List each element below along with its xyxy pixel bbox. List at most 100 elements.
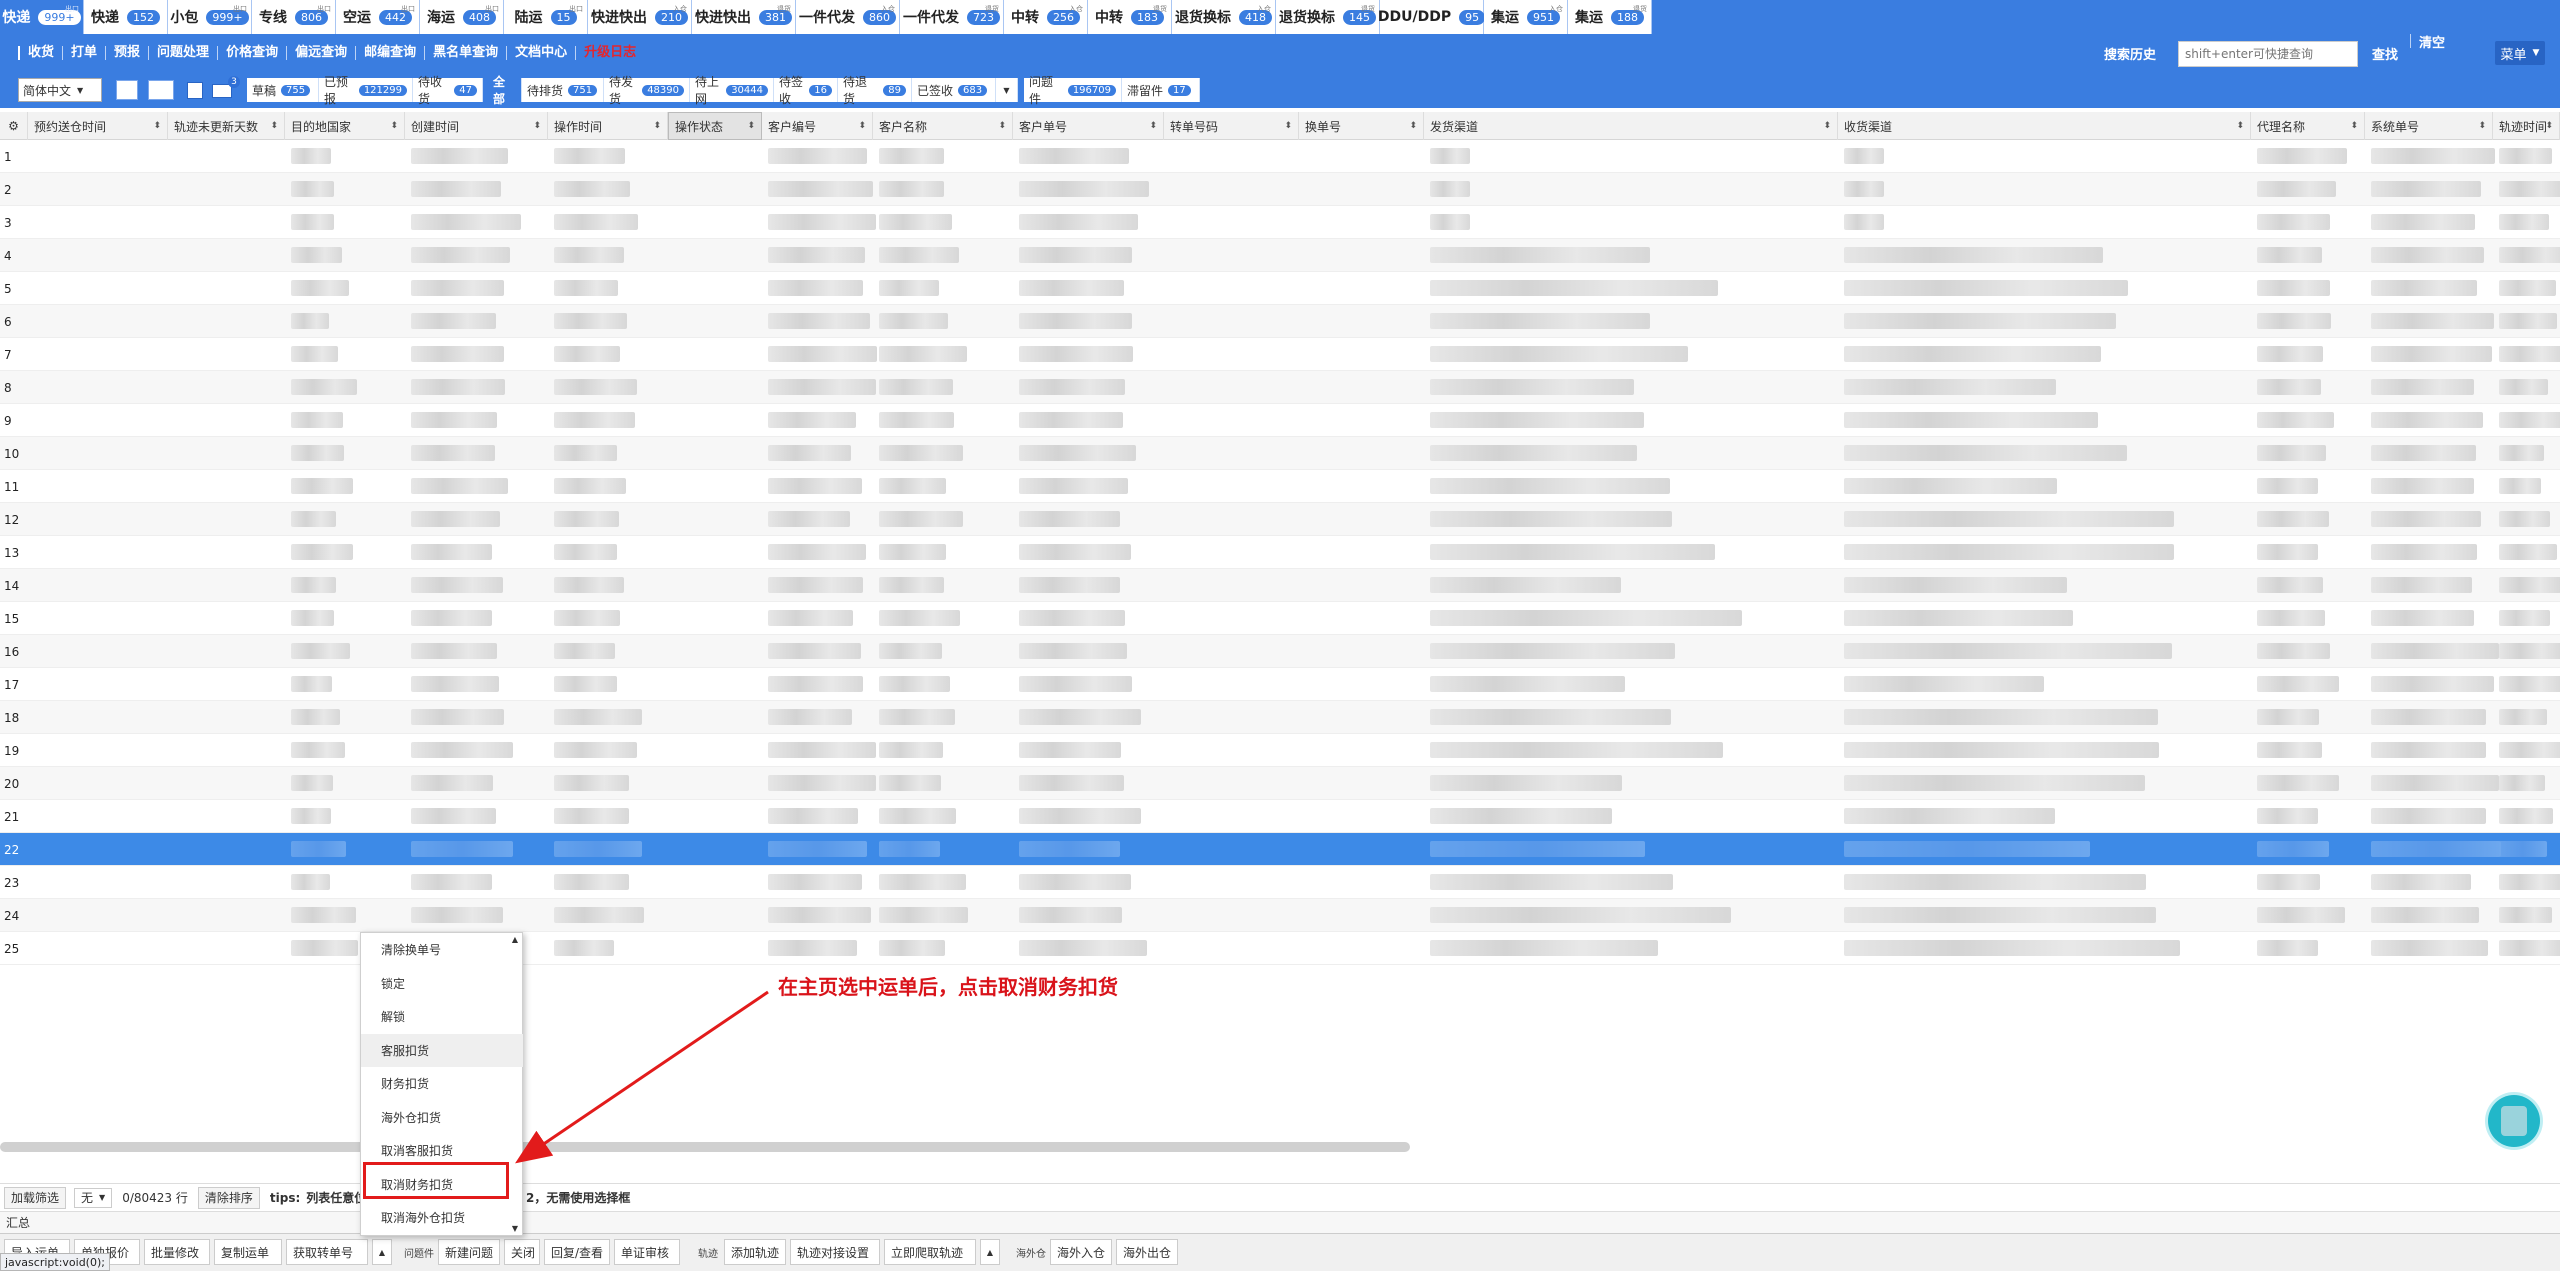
issue-button[interactable]: 单证审核 xyxy=(614,1239,680,1265)
tab-6[interactable]: 海运 408 出口 xyxy=(420,0,504,34)
tab-5[interactable]: 空运 442 出口 xyxy=(336,0,420,34)
bottom-button[interactable]: 复制运单 xyxy=(214,1239,282,1265)
table-row[interactable]: 20 xyxy=(0,767,2560,800)
bottom-button[interactable]: 批量修改 xyxy=(144,1239,210,1265)
track-button[interactable]: 添加轨迹 xyxy=(724,1239,786,1265)
table-row[interactable]: 6 xyxy=(0,305,2560,338)
menu-item-10[interactable]: 升级日志 xyxy=(575,46,644,60)
filter-all[interactable]: 全部 xyxy=(488,75,522,106)
document-icon[interactable] xyxy=(187,82,203,99)
table-row[interactable]: 9 xyxy=(0,404,2560,437)
table-row[interactable]: 12 xyxy=(0,503,2560,536)
more-track-button[interactable]: ▲ xyxy=(980,1239,1000,1265)
column-header[interactable]: 操作状态 ⬍ xyxy=(668,112,762,140)
issue-button[interactable]: 新建问题 xyxy=(438,1239,500,1265)
tab-7[interactable]: 陆运 15 出口 xyxy=(504,0,588,34)
filter-g2-4[interactable]: 待签收 16 xyxy=(774,75,838,106)
table-row[interactable]: 10 xyxy=(0,437,2560,470)
column-header[interactable]: 系统单号 ⬍ xyxy=(2365,112,2493,140)
filter-g3-2[interactable]: 滞留件 17 xyxy=(1122,78,1200,102)
menu-item-5[interactable]: 价格查询 xyxy=(217,46,286,60)
context-menu-item[interactable]: 锁定 xyxy=(361,967,523,1000)
settings-gear-icon[interactable]: ⚙ xyxy=(0,112,28,140)
column-header[interactable]: 预约送仓时间 ⬍ xyxy=(28,112,168,140)
clear-sort-button[interactable]: 清除排序 xyxy=(197,1186,260,1209)
filter-g2-1[interactable]: 待排货 751 xyxy=(522,78,604,102)
tab-16[interactable]: DDU/DDP 95 xyxy=(1378,0,1486,34)
quick-search-input[interactable] xyxy=(2178,41,2358,67)
tab-15[interactable]: 退货换标 145 退货 xyxy=(1276,0,1380,34)
context-menu-item[interactable]: 海外仓扣货 xyxy=(361,1101,523,1134)
menu-item-3[interactable]: 预报 xyxy=(105,46,148,60)
table-row[interactable]: 19 xyxy=(0,734,2560,767)
column-header[interactable]: 轨迹未更新天数 ⬍ xyxy=(168,112,285,140)
filter-g2-2[interactable]: 待发货 48390 xyxy=(604,75,690,106)
column-header[interactable]: 收货渠道 ⬍ xyxy=(1838,112,2251,140)
tab-2[interactable]: 快递 152 xyxy=(84,0,168,34)
context-menu-item[interactable]: 财务扣货 xyxy=(361,1067,523,1100)
bottom-button[interactable]: 获取转单号 xyxy=(286,1239,368,1265)
tab-18[interactable]: 集运 188 退货 xyxy=(1568,0,1652,34)
filter-1[interactable]: 草稿 755 xyxy=(247,78,319,102)
filter-3[interactable]: 待收货 47 xyxy=(413,75,483,106)
column-header[interactable]: 轨迹时间 ⬍ xyxy=(2493,112,2560,140)
warehouse-button[interactable]: 海外出仓 xyxy=(1116,1239,1178,1265)
table-row[interactable]: 1 xyxy=(0,140,2560,173)
load-filter-button[interactable]: 加载筛选 xyxy=(4,1186,67,1209)
language-select[interactable]: 简体中文 ▼ xyxy=(18,78,102,102)
column-header[interactable]: 发货渠道 ⬍ xyxy=(1424,112,1838,140)
table-row[interactable]: 15 xyxy=(0,602,2560,635)
table-row[interactable]: 17 xyxy=(0,668,2560,701)
table-row[interactable]: 24 xyxy=(0,899,2560,932)
filter-more-dropdown[interactable]: ▼ xyxy=(996,78,1018,102)
table-row[interactable]: 16 xyxy=(0,635,2560,668)
context-menu-item[interactable]: 解锁 xyxy=(361,1000,523,1033)
column-header[interactable]: 换单号 ⬍ xyxy=(1299,112,1424,140)
more-actions-button[interactable]: ▲ xyxy=(372,1239,392,1265)
warehouse-button[interactable]: 海外入仓 xyxy=(1050,1239,1112,1265)
table-row[interactable]: 5 xyxy=(0,272,2560,305)
search-history-link[interactable]: 搜索历史 xyxy=(2104,34,2156,72)
issue-button[interactable]: 回复/查看 xyxy=(544,1239,610,1265)
column-header[interactable]: 目的地国家 ⬍ xyxy=(285,112,405,140)
table-row[interactable]: 18 xyxy=(0,701,2560,734)
filter-g2-6[interactable]: 已签收 683 xyxy=(912,78,996,102)
tab-13[interactable]: 中转 183 退货 xyxy=(1088,0,1172,34)
column-header[interactable]: 代理名称 ⬍ xyxy=(2251,112,2365,140)
context-menu-item[interactable]: 清除换单号 xyxy=(361,933,523,966)
column-header[interactable]: 客户单号 ⬍ xyxy=(1013,112,1164,140)
column-header[interactable]: 转单号码 ⬍ xyxy=(1164,112,1299,140)
menu-item-8[interactable]: 黑名单查询 xyxy=(424,46,506,60)
column-header[interactable]: 创建时间 ⬍ xyxy=(405,112,548,140)
table-row[interactable]: 22 xyxy=(0,833,2560,866)
tab-4[interactable]: 专线 806 出口 xyxy=(252,0,336,34)
tab-17[interactable]: 集运 951 入仓 xyxy=(1484,0,1568,34)
tab-8[interactable]: 快进快出 210 入仓 xyxy=(588,0,692,34)
table-row[interactable]: 13 xyxy=(0,536,2560,569)
view-toggle-narrow[interactable] xyxy=(116,80,138,100)
column-header[interactable]: 操作时间 ⬍ xyxy=(548,112,668,140)
table-row[interactable]: 3 xyxy=(0,206,2560,239)
menu-item-4[interactable]: 问题处理 xyxy=(148,46,217,60)
menu-item-6[interactable]: 偏远查询 xyxy=(286,46,355,60)
menu-item-9[interactable]: 文档中心 xyxy=(506,46,575,60)
view-toggle-wide[interactable] xyxy=(148,80,174,100)
tab-3[interactable]: 小包 999+ 出口 xyxy=(168,0,252,34)
clear-button[interactable]: 清空 xyxy=(2410,34,2445,51)
column-header[interactable]: 客户编号 ⬍ xyxy=(762,112,873,140)
horizontal-scrollbar[interactable] xyxy=(0,1142,1410,1152)
column-header[interactable]: 客户名称 ⬍ xyxy=(873,112,1013,140)
issue-button[interactable]: 关闭 xyxy=(504,1239,540,1265)
table-row[interactable]: 8 xyxy=(0,371,2560,404)
table-row[interactable]: 7 xyxy=(0,338,2560,371)
table-row[interactable]: 4 xyxy=(0,239,2560,272)
tab-12[interactable]: 中转 256 入仓 xyxy=(1004,0,1088,34)
filter-g2-3[interactable]: 待上网 30444 xyxy=(690,75,774,106)
table-row[interactable]: 23 xyxy=(0,866,2560,899)
filter-select[interactable]: 无 ▼ xyxy=(74,1187,113,1208)
context-menu-item[interactable]: 取消海外仓扣货 xyxy=(361,1201,523,1234)
tab-14[interactable]: 退货换标 418 入仓 xyxy=(1172,0,1276,34)
table-row[interactable]: 11 xyxy=(0,470,2560,503)
menu-item-7[interactable]: 邮编查询 xyxy=(355,46,424,60)
table-row[interactable]: 2 xyxy=(0,173,2560,206)
